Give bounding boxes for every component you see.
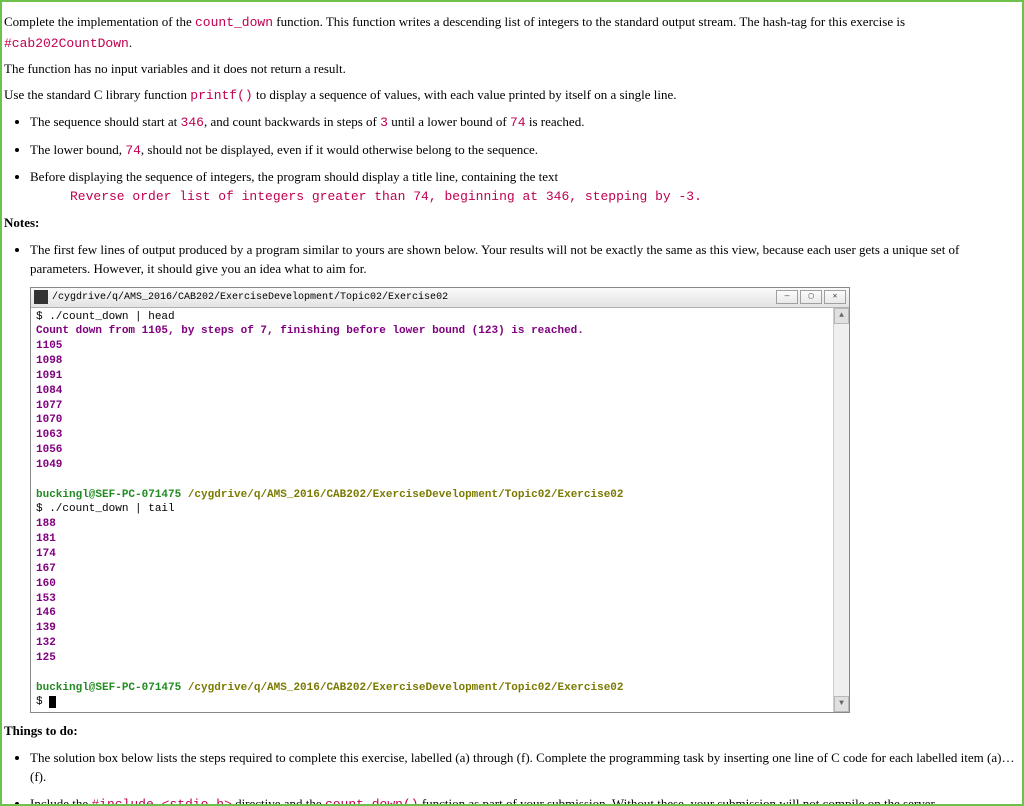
code-countdown: count_down bbox=[195, 15, 273, 30]
list-item: The first few lines of output produced b… bbox=[30, 240, 1020, 279]
text: . bbox=[129, 35, 132, 50]
list-item: Before displaying the sequence of intege… bbox=[30, 167, 1020, 206]
list-item: The lower bound, 74, should not be displ… bbox=[30, 140, 1020, 161]
intro-paragraph-3: Use the standard C library function prin… bbox=[4, 85, 1020, 106]
text: Include the bbox=[30, 796, 91, 806]
heading-text: Things to do: bbox=[4, 723, 78, 738]
scroll-up-icon[interactable]: ▲ bbox=[834, 308, 849, 324]
heading-text: Notes: bbox=[4, 215, 39, 230]
text: Before displaying the sequence of intege… bbox=[30, 169, 558, 184]
code-start: 346 bbox=[181, 115, 204, 130]
terminal-titlebar: /cygdrive/q/AMS_2016/CAB202/ExerciseDeve… bbox=[31, 288, 849, 308]
text: is reached. bbox=[526, 114, 585, 129]
list-item: Include the #include <stdio.h> directive… bbox=[30, 794, 1020, 806]
terminal-title: /cygdrive/q/AMS_2016/CAB202/ExerciseDeve… bbox=[52, 290, 448, 305]
intro-paragraph-1: Complete the implementation of the count… bbox=[4, 12, 1020, 53]
scrollbar[interactable]: ▲ ▼ bbox=[833, 308, 849, 713]
notes-heading: Notes: bbox=[4, 213, 1020, 233]
code-bound: 74 bbox=[510, 115, 526, 130]
todo-heading: Things to do: bbox=[4, 721, 1020, 741]
requirements-list: The sequence should start at 346, and co… bbox=[30, 112, 1020, 206]
exercise-container: Complete the implementation of the count… bbox=[0, 0, 1024, 806]
titlebar-left: /cygdrive/q/AMS_2016/CAB202/ExerciseDeve… bbox=[34, 290, 448, 305]
close-button[interactable]: ✕ bbox=[824, 290, 846, 304]
terminal-icon bbox=[34, 290, 48, 304]
minimize-button[interactable]: — bbox=[776, 290, 798, 304]
text: to display a sequence of values, with ea… bbox=[253, 87, 677, 102]
text: Complete the implementation of the bbox=[4, 14, 195, 29]
todo-list: The solution box below lists the steps r… bbox=[30, 748, 1020, 806]
text: The lower bound, bbox=[30, 142, 125, 157]
list-item: The solution box below lists the steps r… bbox=[30, 748, 1020, 787]
list-item: The sequence should start at 346, and co… bbox=[30, 112, 1020, 133]
code-hashtag: #cab202CountDown bbox=[4, 36, 129, 51]
output-title-line: Reverse order list of integers greater t… bbox=[70, 187, 1020, 207]
text: function. This function writes a descend… bbox=[273, 14, 905, 29]
code-countdownfn: count_down() bbox=[325, 797, 419, 806]
window-buttons: — ▢ ✕ bbox=[776, 290, 846, 304]
code-printf: printf() bbox=[190, 88, 252, 103]
text: until a lower bound of bbox=[388, 114, 510, 129]
text: , and count backwards in steps of bbox=[204, 114, 380, 129]
text: , should not be displayed, even if it wo… bbox=[141, 142, 538, 157]
text: directive and the bbox=[232, 796, 325, 806]
terminal-window: /cygdrive/q/AMS_2016/CAB202/ExerciseDeve… bbox=[30, 287, 850, 714]
intro-paragraph-2: The function has no input variables and … bbox=[4, 59, 1020, 79]
code-bound2: 74 bbox=[125, 143, 141, 158]
text: function as part of your submission. Wit… bbox=[419, 796, 938, 806]
terminal-body: $ ./count_down | head Count down from 11… bbox=[31, 308, 849, 713]
text: The sequence should start at bbox=[30, 114, 181, 129]
code-step: 3 bbox=[380, 115, 388, 130]
notes-list: The first few lines of output produced b… bbox=[30, 240, 1020, 279]
code-include: #include <stdio.h> bbox=[91, 797, 231, 806]
text: Use the standard C library function bbox=[4, 87, 190, 102]
maximize-button[interactable]: ▢ bbox=[800, 290, 822, 304]
scroll-down-icon[interactable]: ▼ bbox=[834, 696, 849, 712]
terminal-content: $ ./count_down | head Count down from 11… bbox=[31, 308, 833, 713]
